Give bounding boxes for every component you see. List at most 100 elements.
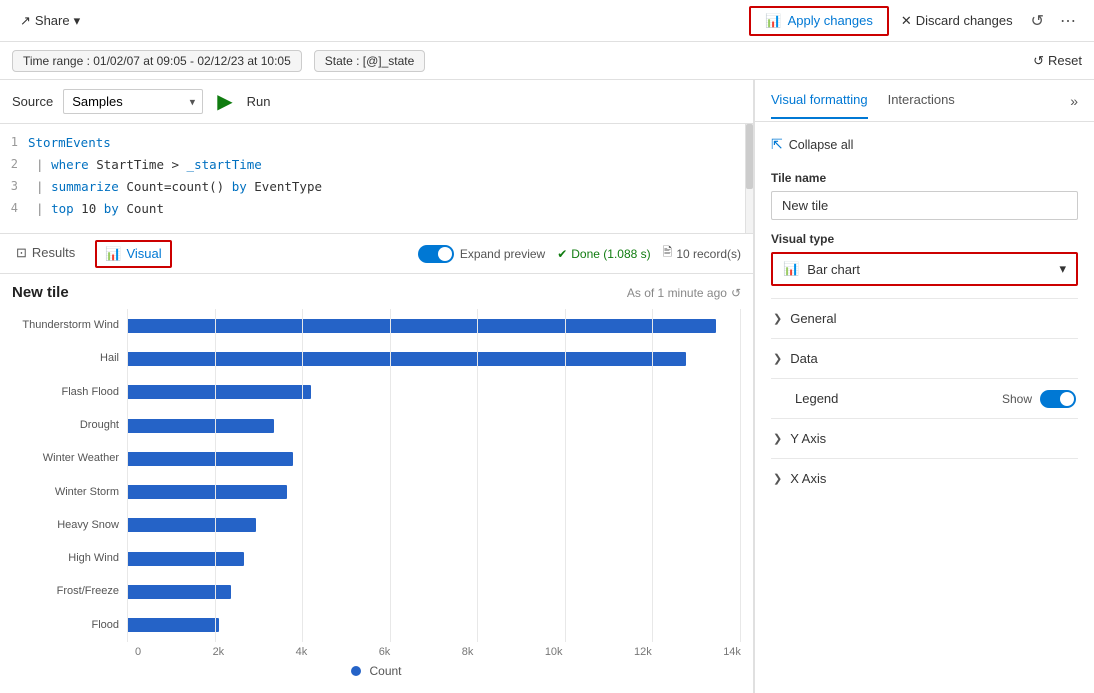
filter-bar-right: ↺ Reset bbox=[1033, 53, 1082, 69]
records-icon: 🖹 bbox=[663, 243, 673, 264]
share-button[interactable]: ↗ Share ▾ bbox=[12, 9, 88, 33]
refresh-button[interactable]: ↺ bbox=[1025, 7, 1050, 35]
tile-name-input[interactable] bbox=[771, 191, 1078, 220]
visual-type-label: Visual type bbox=[771, 232, 1078, 246]
data-chevron-icon: ❯ bbox=[773, 352, 782, 365]
done-icon: ✔ bbox=[557, 247, 567, 261]
chart-timestamp: As of 1 minute ago ↺ bbox=[627, 286, 741, 300]
source-label: Source bbox=[12, 94, 53, 109]
bar-row-8 bbox=[127, 581, 741, 603]
reset-button[interactable]: ↺ Reset bbox=[1033, 53, 1082, 69]
bar-label-5: Winter Storm bbox=[12, 481, 119, 503]
legend-label: Count bbox=[369, 664, 401, 678]
expand-preview-label: Expand preview bbox=[460, 247, 545, 261]
x-tick-0: 0 bbox=[135, 646, 141, 658]
data-section[interactable]: ❯ Data bbox=[771, 338, 1078, 378]
legend-row: Legend Show bbox=[771, 378, 1078, 418]
visual-type-value: Bar chart bbox=[807, 262, 860, 277]
filter-bar: Time range : 01/02/07 at 09:05 - 02/12/2… bbox=[0, 42, 1094, 80]
collapse-icon: ⇱ bbox=[771, 136, 783, 153]
code-line-2: 2 | where StartTime > _startTime bbox=[0, 154, 753, 176]
collapse-all-button[interactable]: ⇱ Collapse all bbox=[771, 134, 853, 155]
more-options-button[interactable]: ⋯ bbox=[1054, 7, 1082, 35]
bar-row-4 bbox=[127, 448, 741, 470]
visual-type-group: Visual type 📊 Bar chart ▾ bbox=[771, 232, 1078, 286]
done-badge: ✔ Done (1.088 s) bbox=[557, 247, 650, 261]
x-axis-chevron-icon: ❯ bbox=[773, 472, 782, 485]
discard-changes-button[interactable]: ✕ Discard changes bbox=[893, 9, 1021, 33]
bar-row-7 bbox=[127, 548, 741, 570]
general-section[interactable]: ❯ General bbox=[771, 298, 1078, 338]
expand-preview-toggle[interactable] bbox=[418, 245, 454, 263]
code-content-3: | summarize Count=count() by EventType bbox=[36, 177, 322, 197]
x-axis-section[interactable]: ❯ X Axis bbox=[771, 458, 1078, 498]
chart-area: New tile As of 1 minute ago ↺ Thundersto… bbox=[0, 274, 753, 693]
discard-changes-label: Discard changes bbox=[916, 13, 1013, 28]
code-editor[interactable]: 1 StormEvents 2 | where StartTime > _sta… bbox=[0, 124, 753, 234]
bar-row-9 bbox=[127, 614, 741, 636]
line-num-1: 1 bbox=[0, 133, 28, 152]
y-axis-section[interactable]: ❯ Y Axis bbox=[771, 418, 1078, 458]
x-tick-3: 6k bbox=[379, 646, 391, 658]
apply-changes-button[interactable]: 📊 Apply changes bbox=[749, 6, 888, 36]
tab-results[interactable]: ⊡ Results bbox=[12, 237, 79, 271]
x-tick-1: 2k bbox=[213, 646, 225, 658]
state-filter[interactable]: State : [@]_state bbox=[314, 50, 426, 72]
y-axis-labels: Thunderstorm Wind Hail Flash Flood Droug… bbox=[12, 309, 127, 642]
y-axis-chevron-icon: ❯ bbox=[773, 432, 782, 445]
records-badge: 🖹 10 record(s) bbox=[663, 243, 741, 264]
bar-row-1 bbox=[127, 348, 741, 370]
expand-panel-button[interactable]: » bbox=[1070, 93, 1078, 109]
bar-3 bbox=[127, 419, 274, 433]
x-tick-5: 10k bbox=[545, 646, 563, 658]
share-label: Share bbox=[35, 13, 70, 28]
legend-section-label: Legend bbox=[795, 391, 1002, 406]
run-label[interactable]: Run bbox=[247, 94, 271, 109]
tile-name-label: Tile name bbox=[771, 171, 1078, 185]
code-line-4: 4 | top 10 by Count bbox=[0, 198, 753, 220]
refresh-icon[interactable]: ↺ bbox=[731, 286, 741, 300]
time-range-filter[interactable]: Time range : 01/02/07 at 09:05 - 02/12/2… bbox=[12, 50, 302, 72]
bar-9 bbox=[127, 618, 219, 632]
bar-5 bbox=[127, 485, 287, 499]
chart-legend: Count bbox=[12, 664, 741, 678]
share-chevron-icon: ▾ bbox=[74, 13, 81, 29]
legend-toggle[interactable] bbox=[1040, 390, 1076, 408]
tabs-right: Expand preview ✔ Done (1.088 s) 🖹 10 rec… bbox=[418, 243, 741, 264]
right-tabs: Visual formatting Interactions » bbox=[755, 80, 1094, 122]
x-tick-4: 8k bbox=[462, 646, 474, 658]
general-chevron-icon: ❯ bbox=[773, 312, 782, 325]
scroll-thumb bbox=[746, 124, 753, 189]
scroll-indicator bbox=[745, 124, 753, 233]
source-select[interactable]: Samples bbox=[63, 89, 203, 114]
y-axis-label: Y Axis bbox=[790, 431, 826, 446]
code-content-2: | where StartTime > _startTime bbox=[36, 155, 262, 175]
bar-7 bbox=[127, 552, 244, 566]
x-tick-6: 12k bbox=[634, 646, 652, 658]
bar-label-2: Flash Flood bbox=[12, 381, 119, 403]
done-label: Done (1.088 s) bbox=[571, 247, 650, 261]
bar-6 bbox=[127, 518, 256, 532]
code-content-1: StormEvents bbox=[28, 133, 111, 153]
run-play-button[interactable]: ▶ bbox=[213, 87, 236, 116]
x-tick-2: 4k bbox=[296, 646, 308, 658]
left-panel: Source Samples ▶ Run 1 StormEvents 2 | w… bbox=[0, 80, 754, 693]
x-axis-ticks: 0 2k 4k 6k 8k 10k 12k 14k bbox=[135, 642, 741, 658]
bar-1 bbox=[127, 352, 686, 366]
tab-visual-formatting[interactable]: Visual formatting bbox=[771, 82, 868, 119]
visual-icon: 📊 bbox=[105, 246, 121, 262]
tabs-bar: ⊡ Results 📊 Visual Expand preview ✔ Done… bbox=[0, 234, 753, 274]
x-tick-7: 14k bbox=[723, 646, 741, 658]
line-num-4: 4 bbox=[0, 199, 28, 218]
code-line-3: 3 | summarize Count=count() by EventType bbox=[0, 176, 753, 198]
tab-interactions[interactable]: Interactions bbox=[888, 82, 955, 119]
bar-label-6: Heavy Snow bbox=[12, 514, 119, 536]
bar-chart-icon: 📊 bbox=[783, 261, 799, 277]
code-content-4: | top 10 by Count bbox=[36, 199, 164, 219]
tab-visual[interactable]: 📊 Visual bbox=[95, 240, 171, 268]
bar-label-9: Flood bbox=[12, 614, 119, 636]
bar-0 bbox=[127, 319, 716, 333]
source-bar: Source Samples ▶ Run bbox=[0, 80, 753, 124]
bars-container bbox=[127, 309, 741, 642]
visual-type-select[interactable]: 📊 Bar chart ▾ bbox=[771, 252, 1078, 286]
